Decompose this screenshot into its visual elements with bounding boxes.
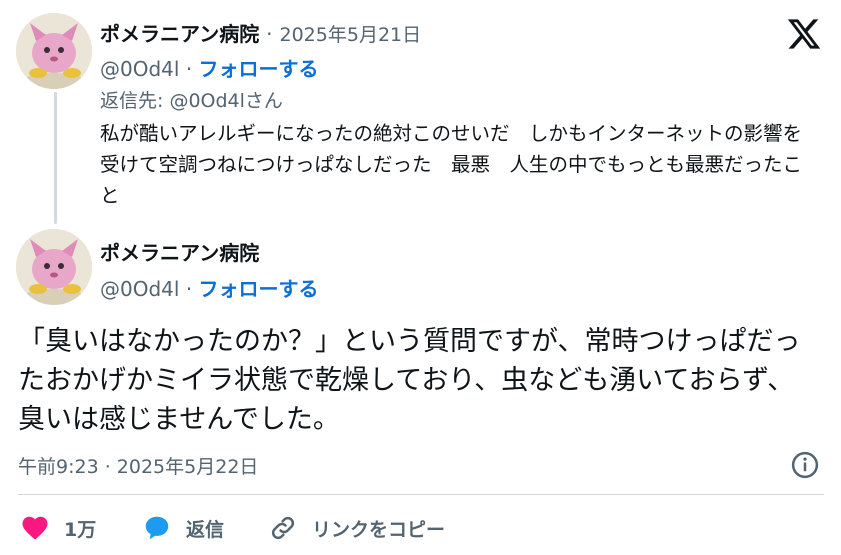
- info-icon[interactable]: [790, 450, 820, 480]
- tweet-timestamp[interactable]: 午前9:23 · 2025年5月22日: [18, 452, 258, 479]
- reply-label: 返信: [186, 518, 225, 541]
- main-handle-row: @0Od4l · フォローする: [100, 273, 319, 302]
- copy-link-label: リンクをコピー: [312, 518, 446, 541]
- heart-icon: [22, 516, 48, 540]
- separator-dot: ·: [185, 277, 193, 301]
- reply-to-label: 返信先: @0Od4lさん: [100, 90, 283, 112]
- follow-button[interactable]: フォローする: [199, 277, 319, 301]
- reply-author-row: ポメラニアン病院 · 2025年5月21日: [100, 18, 421, 47]
- reply-button[interactable]: 返信: [142, 505, 224, 551]
- like-button[interactable]: 1万: [20, 505, 96, 551]
- reply-handle-row: @0Od4l · フォローする: [100, 53, 319, 82]
- main-display-name[interactable]: ポメラニアン病院: [100, 237, 259, 266]
- separator-dot: ·: [185, 57, 193, 81]
- action-bar: 1万 返信 リンクをコピー: [0, 505, 841, 551]
- reply-handle[interactable]: @0Od4l: [100, 57, 179, 81]
- reply-tweet-text: 私が酷いアレルギーになったの絶対このせいだ しかもインターネットの影響を受けて空…: [100, 122, 803, 207]
- avatar[interactable]: [16, 229, 92, 305]
- copy-link-button[interactable]: リンクをコピー: [268, 505, 445, 551]
- thread-line: [54, 92, 57, 224]
- link-icon: [271, 516, 295, 540]
- reply-display-name[interactable]: ポメラニアン病院: [100, 22, 259, 46]
- x-logo-icon[interactable]: [785, 16, 823, 52]
- main-tweet-text: 「臭いはなかったのか？」という質問ですが、常時つけっぱだったおかげかミイラ状態で…: [18, 326, 801, 435]
- divider: [18, 494, 824, 495]
- main-handle[interactable]: @0Od4l: [100, 277, 179, 301]
- speech-bubble-icon: [145, 516, 169, 540]
- separator-dot: ·: [266, 22, 273, 46]
- avatar[interactable]: [16, 13, 92, 89]
- like-count: 1万: [64, 518, 97, 541]
- reply-date[interactable]: 2025年5月21日: [280, 24, 422, 46]
- follow-button[interactable]: フォローする: [199, 57, 319, 81]
